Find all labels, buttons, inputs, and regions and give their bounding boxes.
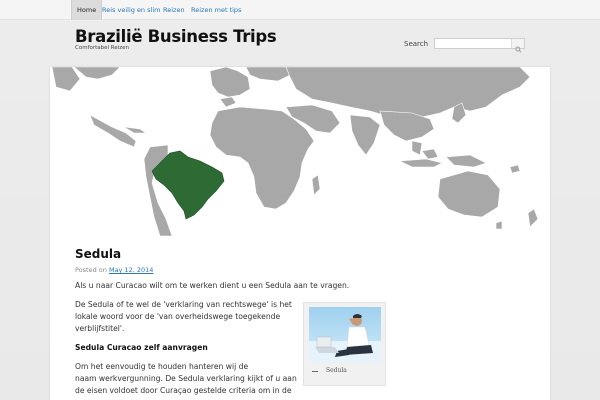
search-button[interactable] — [511, 39, 524, 53]
posted-on-label: Posted on — [75, 266, 107, 274]
brazil-highlight — [151, 150, 225, 220]
header-world-map — [50, 67, 550, 236]
post-date-link[interactable]: May 12, 2014 — [109, 266, 153, 274]
post-meta: Posted on May 12, 2014 — [75, 266, 153, 274]
figure-caption: Sedula — [326, 367, 347, 374]
paragraph-line: lokale woord voor de 'van overheidswege … — [75, 312, 281, 321]
subheading-text: Sedula Curacao zelf aanvragen — [75, 343, 208, 352]
paragraph-line: de eisen voldoet door Curaçao gestelde c… — [75, 386, 292, 395]
post-title[interactable]: Sedula — [75, 247, 121, 261]
post-figure: Sedula — [303, 302, 386, 386]
section-subheading: Sedula Curacao zelf aanvragen — [75, 342, 208, 353]
top-navigation: Home Reis veilig en slim Reizen Reizen m… — [0, 0, 600, 20]
nav-item-reizen[interactable]: Reizen — [158, 0, 190, 20]
paragraph-intro: Als u naar Curacao wilt om te werken die… — [75, 281, 350, 290]
figure-photo[interactable] — [309, 307, 381, 363]
nav-item-reis-veilig[interactable]: Reis veilig en slim — [97, 0, 165, 20]
search-label: Search — [404, 40, 429, 48]
paragraph-line: verblijfstitel'. — [75, 324, 125, 333]
paragraph-line: Om het eenvoudig te houden hanteren wij … — [75, 362, 249, 371]
paragraph-line: naam werkvergunning. De Sedula verklarin… — [75, 374, 297, 383]
site-tagline: Comfortabel Reizen — [75, 45, 130, 51]
site-title[interactable]: Braziliё Business Trips — [75, 27, 277, 46]
paragraph-line: De Sedula of te wel de 'verklaring van r… — [75, 300, 292, 309]
search-icon — [515, 46, 522, 53]
nav-item-reizen-met-tips[interactable]: Reizen met tips — [186, 0, 246, 20]
caption-dash — [312, 371, 318, 372]
